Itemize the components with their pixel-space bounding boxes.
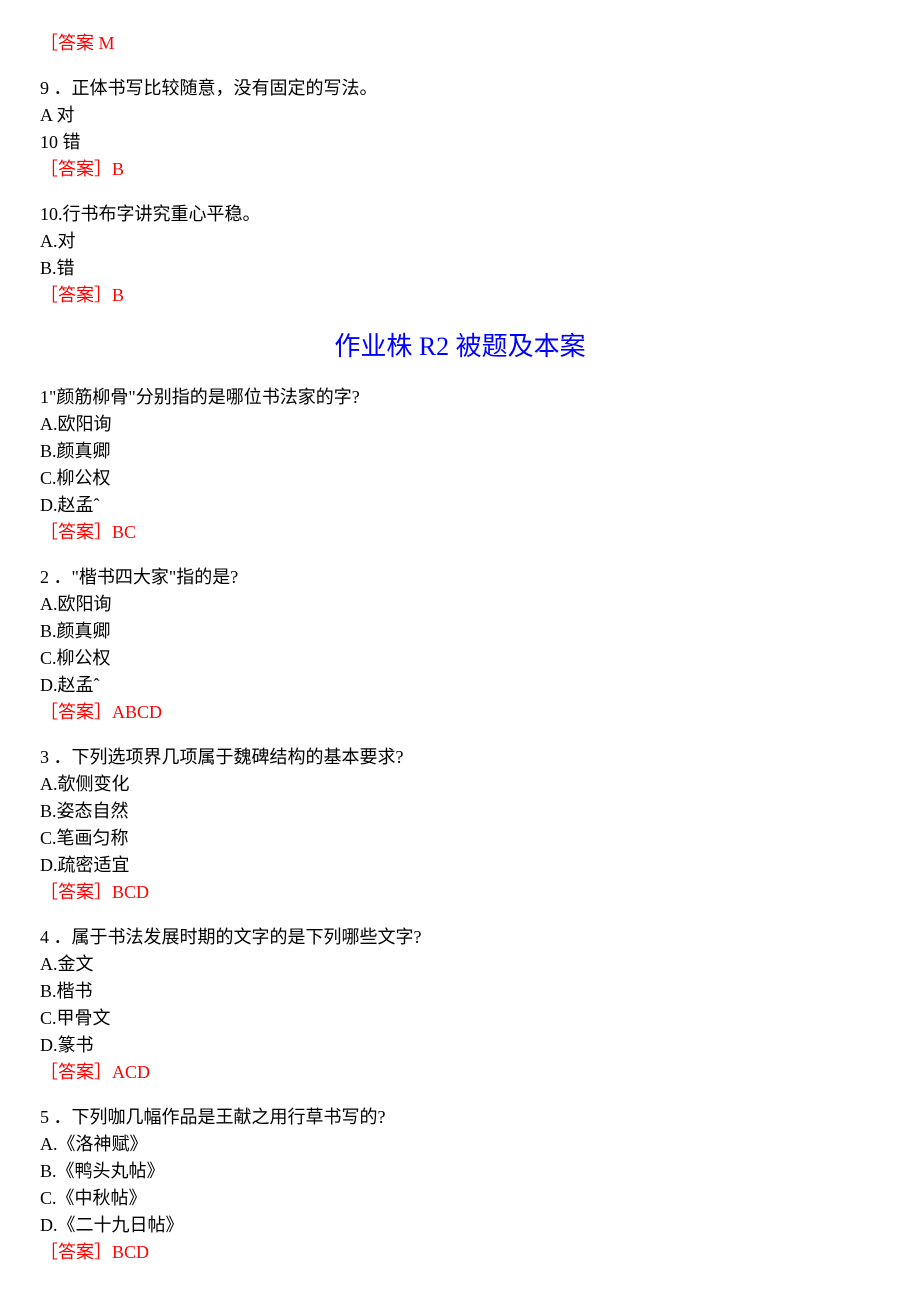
mq4-option-b: B.楷书: [40, 978, 880, 1005]
mq4-answer: ［答案］ACD: [40, 1059, 880, 1086]
mq1-option-d: D.赵孟ˆ: [40, 492, 880, 519]
mq3-stem: 3 ．下列选项界几项属于魏碑结构的基本要求?: [40, 744, 880, 771]
mq5-option-d: D.《二十九日帖》: [40, 1212, 880, 1239]
question-9: 9 ．正体书写比较随意，没有固定的写法。 A 对 10 错 ［答案］B: [40, 75, 880, 183]
mq5-option-a: A.《洛神赋》: [40, 1131, 880, 1158]
mq2-option-b: B.颜真卿: [40, 618, 880, 645]
q9-option-b: 10 错: [40, 129, 880, 156]
question-10: 10.行书布字讲究重心平稳。 A.对 B.错 ［答案］B: [40, 201, 880, 309]
q9-option-a: A 对: [40, 102, 880, 129]
mq4-option-a: A.金文: [40, 951, 880, 978]
mq1-option-b: B.颜真卿: [40, 438, 880, 465]
mq3-option-d: D.疏密适宜: [40, 852, 880, 879]
mq2-answer: ［答案］ABCD: [40, 699, 880, 726]
q10-option-a: A.对: [40, 228, 880, 255]
q9-answer: ［答案］B: [40, 156, 880, 183]
mq3-option-c: C.笔画匀称: [40, 825, 880, 852]
mq3-answer: ［答案］BCD: [40, 879, 880, 906]
mq4-stem: 4 ．属于书法发展时期的文字的是下列哪些文字?: [40, 924, 880, 951]
mq5-option-c: C.《中秋帖》: [40, 1185, 880, 1212]
multi-question-2: 2 ．"楷书四大家"指的是? A.欧阳询 B.颜真卿 C.柳公权 D.赵孟ˆ ［…: [40, 564, 880, 726]
mq2-stem: 2 ．"楷书四大家"指的是?: [40, 564, 880, 591]
q10-answer: ［答案］B: [40, 282, 880, 309]
mq1-stem: 1"颜筋柳骨"分别指的是哪位书法家的字?: [40, 384, 880, 411]
mq2-option-a: A.欧阳询: [40, 591, 880, 618]
mq5-answer: ［答案］BCD: [40, 1239, 880, 1266]
mq4-option-d: D.篆书: [40, 1032, 880, 1059]
section-title: 作业株 R2 被题及本案: [40, 327, 880, 366]
multi-question-1: 1"颜筋柳骨"分别指的是哪位书法家的字? A.欧阳询 B.颜真卿 C.柳公权 D…: [40, 384, 880, 546]
multi-question-4: 4 ．属于书法发展时期的文字的是下列哪些文字? A.金文 B.楷书 C.甲骨文 …: [40, 924, 880, 1086]
mq5-option-b: B.《鸭头丸帖》: [40, 1158, 880, 1185]
mq5-stem: 5 ．下列咖几幅作品是王献之用行草书写的?: [40, 1104, 880, 1131]
mq2-option-c: C.柳公权: [40, 645, 880, 672]
mq1-answer: ［答案］BC: [40, 519, 880, 546]
mq1-option-c: C.柳公权: [40, 465, 880, 492]
answer-top: ［答案 M: [40, 30, 880, 57]
q10-option-b: B.错: [40, 255, 880, 282]
mq1-option-a: A.欧阳询: [40, 411, 880, 438]
multi-question-3: 3 ．下列选项界几项属于魏碑结构的基本要求? A.欹侧变化 B.姿态自然 C.笔…: [40, 744, 880, 906]
multi-question-5: 5 ．下列咖几幅作品是王献之用行草书写的? A.《洛神赋》 B.《鸭头丸帖》 C…: [40, 1104, 880, 1266]
mq2-option-d: D.赵孟ˆ: [40, 672, 880, 699]
q10-stem: 10.行书布字讲究重心平稳。: [40, 201, 880, 228]
mq3-option-a: A.欹侧变化: [40, 771, 880, 798]
mq4-option-c: C.甲骨文: [40, 1005, 880, 1032]
mq3-option-b: B.姿态自然: [40, 798, 880, 825]
q9-stem: 9 ．正体书写比较随意，没有固定的写法。: [40, 75, 880, 102]
